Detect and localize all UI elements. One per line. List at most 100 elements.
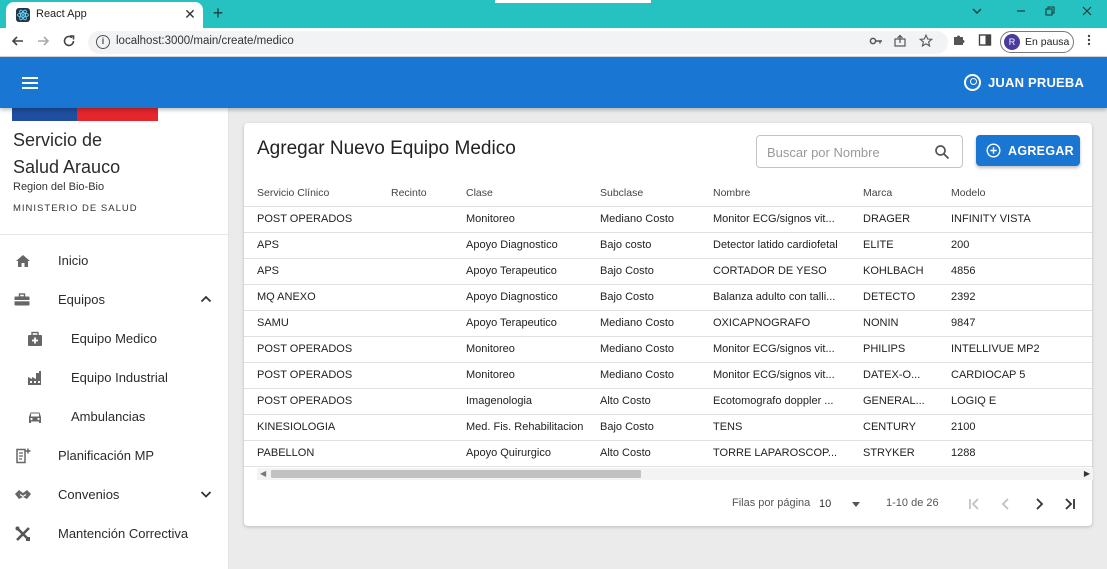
table-cell: Monitor ECG/signos vit... [700, 336, 850, 363]
sidebar-item-equipo-medico[interactable]: Equipo Medico [0, 319, 228, 358]
table-cell: APS [244, 232, 378, 259]
chevron-up-icon[interactable] [198, 291, 214, 307]
drag-strip [495, 0, 651, 3]
table-cell: MQ ANEXO [244, 284, 378, 311]
column-header[interactable]: Clase [453, 180, 587, 207]
org-region: Region del Bio-Bio [13, 181, 105, 193]
flag-logo-blue [12, 108, 77, 121]
extensions-puzzle-icon[interactable] [950, 33, 968, 51]
share-icon[interactable] [892, 34, 908, 50]
column-header[interactable]: Subclase [587, 180, 700, 207]
close-window-icon[interactable] [1076, 4, 1098, 22]
add-button[interactable]: AGREGAR [976, 135, 1080, 166]
column-header[interactable]: Marca [850, 180, 938, 207]
table-cell: CORTADOR DE YESO [700, 258, 850, 285]
last-page-icon[interactable] [1059, 493, 1081, 515]
minimize-icon[interactable] [1010, 4, 1032, 22]
table-cell [378, 440, 453, 467]
tab-close-icon[interactable]: ✕ [182, 5, 198, 23]
table-cell: TORRE LAPAROSCOP... [700, 440, 850, 467]
kebab-menu-icon[interactable] [1080, 33, 1098, 51]
table-row[interactable]: SAMU Apoyo Terapeutico Mediano Costo OXICAP… [244, 310, 1092, 337]
equipment-table-container: Servicio Clínico Recinto Clase Subclase … [244, 180, 1092, 467]
table-row[interactable]: POST OPERADOS Monitoreo Mediano Costo Monit… [244, 206, 1092, 233]
rows-per-page-select[interactable]: 10 [819, 496, 867, 514]
react-favicon-icon [16, 8, 30, 22]
browser-titlebar: React App ✕ + [0, 0, 1107, 28]
scroll-right-arrow-icon[interactable]: ▶ [1084, 469, 1090, 478]
table-cell: CARDIOCAP 5 [938, 362, 1092, 389]
scroll-left-arrow-icon[interactable]: ◀ [260, 469, 266, 478]
table-row[interactable]: POST OPERADOS Imagenologia Alto Costo Ecoto… [244, 388, 1092, 415]
sidebar-item-label: Equipos [58, 292, 105, 307]
table-row[interactable]: POST OPERADOS Monitoreo Mediano Costo Monit… [244, 362, 1092, 389]
sidebar-item-mantencion-correctiva[interactable]: Mantención Correctiva [0, 514, 228, 553]
column-header[interactable]: Modelo [938, 180, 1092, 207]
column-header[interactable]: Recinto [378, 180, 453, 207]
scrollbar-thumb[interactable] [271, 470, 641, 478]
table-row[interactable]: MQ ANEXO Apoyo Diagnostico Bajo Costo Balan… [244, 284, 1092, 311]
table-cell: Monitor ECG/signos vit... [700, 206, 850, 233]
table-cell: DATEX-O... [850, 362, 938, 389]
profile-button[interactable]: R En pausa [1000, 31, 1074, 53]
table-row[interactable]: POST OPERADOS Monitoreo Mediano Costo Monit… [244, 336, 1092, 363]
back-arrow-icon[interactable] [9, 33, 27, 51]
org-name: Servicio de Salud Arauco [13, 127, 213, 181]
org-name-line1: Servicio de [13, 130, 103, 150]
table-row[interactable]: APS Apoyo Terapeutico Bajo Costo CORTADOR D… [244, 258, 1092, 285]
search-icon[interactable] [934, 144, 950, 160]
table-cell: DRAGER [850, 206, 938, 233]
pagination-range: 1-10 de 26 [886, 497, 939, 509]
sidebar-item-inicio[interactable]: Inicio [0, 241, 228, 280]
sidebar: Servicio de Salud Arauco Region del Bio-… [0, 108, 229, 569]
chevron-down-icon[interactable] [198, 486, 214, 502]
sidebar-item-convenios[interactable]: Convenios [0, 475, 228, 514]
table-row[interactable]: PABELLON Apoyo Quirurgico Alto Costo TORRE … [244, 440, 1092, 467]
table-cell [378, 414, 453, 441]
column-header[interactable]: Servicio Clínico [244, 180, 378, 207]
table-cell: TENS [700, 414, 850, 441]
horizontal-scrollbar[interactable]: ◀ ▶ [257, 468, 1093, 480]
forward-arrow-icon[interactable] [34, 33, 52, 51]
equipment-table: Servicio Clínico Recinto Clase Subclase … [244, 180, 1092, 467]
bookmark-star-icon[interactable] [918, 33, 934, 50]
profile-avatar: R [1004, 34, 1020, 50]
browser-navbar: i localhost:3000/main/create/medico R En… [0, 28, 1107, 57]
table-cell [378, 206, 453, 233]
first-page-icon[interactable] [963, 493, 985, 515]
user-name[interactable]: JUAN PRUEBA [988, 75, 1084, 90]
key-icon[interactable] [868, 34, 884, 50]
table-cell: Monitoreo [453, 336, 587, 363]
tab-search-chevron-icon[interactable] [966, 4, 988, 22]
sidebar-item-planificacion-mp[interactable]: Planificación MP [0, 436, 228, 475]
table-cell: KOHLBACH [850, 258, 938, 285]
site-info-icon[interactable]: i [96, 35, 110, 49]
sidebar-item-equipo-industrial[interactable]: Equipo Industrial [0, 358, 228, 397]
search-input[interactable] [767, 143, 927, 161]
restore-icon[interactable] [1039, 4, 1061, 22]
sidebar-item-ambulancias[interactable]: Ambulancias [0, 397, 228, 436]
side-panel-icon[interactable] [976, 33, 994, 51]
column-header[interactable]: Nombre [700, 180, 850, 207]
table-cell: INFINITY VISTA [938, 206, 1092, 233]
sidebar-item-equipos[interactable]: Equipos [0, 280, 228, 319]
table-row[interactable]: KINESIOLOGIA Med. Fis. Rehabilitacion Bajo… [244, 414, 1092, 441]
previous-page-icon[interactable] [995, 493, 1017, 515]
address-bar[interactable]: i localhost:3000/main/create/medico [88, 31, 948, 54]
table-cell: STRYKER [850, 440, 938, 467]
reload-icon[interactable] [60, 33, 78, 51]
hamburger-menu-icon[interactable] [22, 77, 38, 89]
new-tab-button[interactable]: + [208, 3, 228, 23]
add-circle-icon [986, 143, 1001, 158]
table-cell: Ecotomografo doppler ... [700, 388, 850, 415]
sidebar-item-label: Inicio [58, 253, 89, 268]
next-page-icon[interactable] [1028, 493, 1050, 515]
table-cell: ELITE [850, 232, 938, 259]
account-circle-icon[interactable] [964, 74, 981, 91]
browser-tab[interactable]: React App ✕ [6, 2, 203, 28]
search-field[interactable] [756, 135, 963, 168]
url-text[interactable]: localhost:3000/main/create/medico [116, 35, 294, 47]
page-title: Agregar Nuevo Equipo Medico [257, 138, 516, 159]
table-row[interactable]: APS Apoyo Diagnostico Bajo costo Detector l… [244, 232, 1092, 259]
table-cell: Apoyo Terapeutico [453, 258, 587, 285]
